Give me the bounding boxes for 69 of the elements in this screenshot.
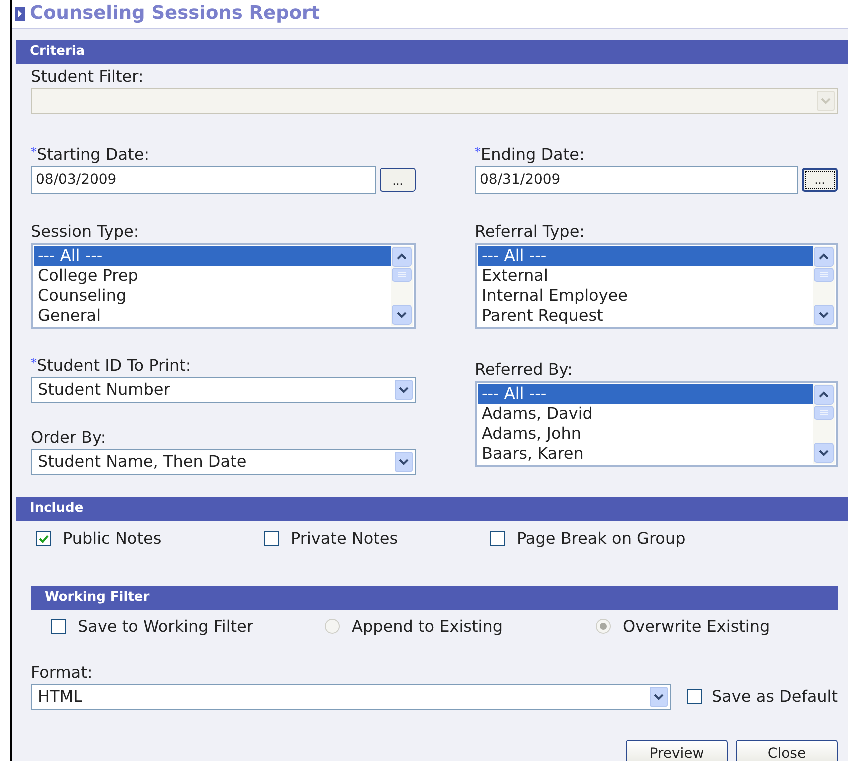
required-mark: * [31, 146, 37, 158]
radio-label: Append to Existing [352, 616, 504, 638]
checkbox[interactable] [36, 531, 51, 546]
field-label: Student Filter: [31, 68, 144, 86]
field-label: Student ID To Print: [37, 356, 192, 375]
list-option[interactable]: Adams, John [478, 424, 813, 444]
dropdown[interactable]: Student Number [31, 376, 416, 403]
list-box[interactable]: --- All --- College Prep Counseling General [31, 242, 416, 329]
checkbox-label: Private Notes [291, 528, 398, 550]
calendar-button[interactable]: ... [380, 168, 416, 192]
checkbox-label: Public Notes [63, 528, 162, 550]
list-option[interactable]: --- All --- [478, 384, 813, 404]
dropdown-button[interactable] [395, 452, 413, 472]
field-label: Referred By: [475, 360, 573, 379]
checkbox-label: Save to Working Filter [78, 616, 254, 638]
chevron-up-icon [819, 252, 829, 262]
date-field[interactable]: 08/03/2009 [31, 166, 376, 194]
list-option[interactable]: Internal Employee [478, 286, 813, 306]
scrollbar[interactable] [813, 246, 835, 326]
chevron-down-icon [399, 384, 409, 395]
chevron-down-icon [819, 448, 829, 458]
dialog-button[interactable]: Close [736, 740, 838, 761]
section-header: Include [16, 496, 848, 521]
dropdown-button[interactable] [650, 686, 668, 707]
dropdown[interactable]: Student Name, Then Date [31, 448, 416, 475]
field-label: Referral Type: [475, 222, 586, 241]
required-mark: * [475, 146, 481, 158]
page-title: Counseling Sessions Report [30, 2, 320, 26]
chevron-down-icon [819, 310, 829, 320]
list-option[interactable]: Adams, David [478, 404, 813, 424]
chevron-up-icon [397, 252, 407, 262]
field-label: Order By: [31, 428, 106, 447]
chevron-up-icon [819, 390, 829, 400]
list-box[interactable]: --- All --- External Internal Employee Parent Request [475, 242, 838, 329]
dialog-button[interactable]: Preview [626, 740, 728, 761]
checkbox[interactable] [264, 531, 279, 546]
field-label: Ending Date: [481, 146, 585, 164]
chevron-down-icon [399, 456, 409, 467]
calendar-button[interactable]: ... [802, 168, 838, 192]
chevron-down-icon [654, 692, 664, 702]
chevron-down-icon [821, 96, 831, 106]
checkbox[interactable] [51, 619, 66, 634]
checkbox-label: Page Break on Group [517, 528, 686, 550]
arrow-icon [15, 6, 25, 21]
list-option[interactable]: Counseling [34, 286, 391, 306]
field-label: Starting Date: [37, 146, 150, 164]
list-option[interactable]: College Prep [34, 266, 391, 286]
section-header: Working Filter [31, 586, 838, 610]
field-label: Session Type: [31, 222, 140, 241]
scrollbar[interactable] [813, 384, 835, 464]
required-mark: * [31, 356, 37, 369]
radio-label: Overwrite Existing [623, 616, 770, 638]
list-option[interactable]: General [34, 306, 391, 326]
list-option[interactable]: Baars, Karen [478, 444, 813, 464]
list-option[interactable]: --- All --- [478, 246, 813, 266]
date-field[interactable]: 08/31/2009 [475, 166, 798, 194]
checkbox[interactable] [490, 531, 505, 546]
scrollbar[interactable] [391, 246, 413, 326]
dropdown-button[interactable] [395, 380, 413, 400]
chevron-down-icon [397, 310, 407, 320]
section-header: Criteria [16, 40, 848, 64]
list-option[interactable]: --- All --- [34, 246, 391, 266]
list-option[interactable]: Parent Request [478, 306, 813, 326]
checkbox-label: Save as Default [712, 686, 838, 708]
field-label: Format: [31, 664, 94, 682]
list-option[interactable]: External [478, 266, 813, 286]
list-box[interactable]: --- All --- Adams, David Adams, John Baars, Karen [475, 380, 838, 467]
dropdown[interactable]: HTML [31, 684, 671, 710]
checkbox[interactable] [686, 689, 702, 704]
